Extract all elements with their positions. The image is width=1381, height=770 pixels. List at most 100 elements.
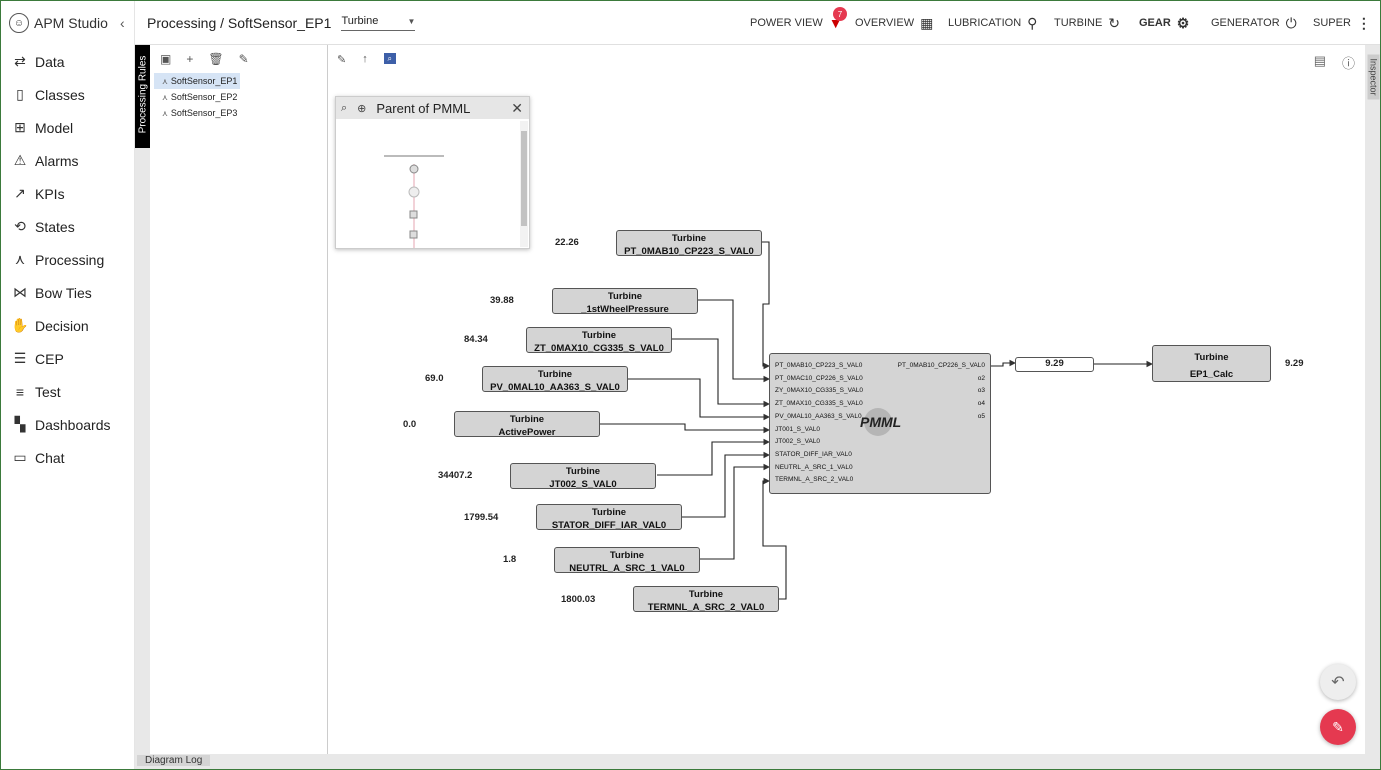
pmml-input-pin[interactable]: PV_0MAL10_AA363_S_VAL0 bbox=[775, 413, 862, 420]
node-class: Turbine bbox=[537, 369, 573, 380]
intermediate-value-node[interactable]: 9.29 bbox=[1015, 357, 1094, 372]
dashboard-icon: ▚ bbox=[14, 416, 26, 432]
sidebar-item-states[interactable]: ⟲ States bbox=[1, 210, 134, 243]
close-icon[interactable]: ✕ bbox=[511, 100, 523, 117]
zoom-in-icon[interactable]: ⊕ bbox=[357, 102, 366, 115]
pmml-output-pin[interactable]: o2 bbox=[978, 375, 985, 382]
brain-logo-icon: ☺ bbox=[9, 13, 29, 33]
tree-item-rule[interactable]: ⋏ SoftSensor_EP2 bbox=[154, 89, 240, 105]
tree-item-label: SoftSensor_EP2 bbox=[170, 92, 238, 102]
nav-power-view[interactable]: POWER VIEW ▼ 7 bbox=[750, 1, 847, 45]
loop-icon: ⟲ bbox=[14, 218, 26, 234]
bowtie-icon: ⋈ bbox=[13, 284, 27, 300]
pmml-output-pin[interactable]: o3 bbox=[978, 387, 985, 394]
add-icon[interactable]: + bbox=[186, 52, 193, 66]
output-node[interactable]: Turbine EP1_Calc bbox=[1152, 345, 1271, 382]
nav-super[interactable]: SUPER ⋮ bbox=[1313, 1, 1371, 45]
delete-icon[interactable]: 🗑 bbox=[208, 52, 223, 66]
sidebar-item-cep[interactable]: ☰ CEP bbox=[1, 342, 134, 375]
trend-icon: ↗ bbox=[14, 185, 26, 201]
pmml-input-pin[interactable]: JT002_S_VAL0 bbox=[775, 438, 820, 445]
sidebar-item-dashboards[interactable]: ▚ Dashboards bbox=[1, 408, 134, 441]
sidebar-item-label: Chat bbox=[35, 449, 65, 466]
node-class: Turbine bbox=[565, 466, 601, 477]
input-node[interactable]: Turbine PT_0MAB10_CP223_S_VAL0 bbox=[616, 230, 762, 257]
pmml-input-pin[interactable]: PT_0MAC10_CP226_S_VAL0 bbox=[775, 375, 863, 382]
overview-minimap[interactable] bbox=[336, 120, 520, 248]
nav-turbine[interactable]: TURBINE ↻ bbox=[1054, 1, 1120, 45]
sidebar-item-model[interactable]: ⊞ Model bbox=[1, 111, 134, 144]
undo-button[interactable]: ↶ bbox=[1320, 664, 1356, 700]
sidebar-item-alarms[interactable]: ⚠ Alarms bbox=[1, 144, 134, 177]
hierarchy-icon: ⊞ bbox=[14, 119, 26, 135]
input-node[interactable]: Turbine JT002_S_VAL0 bbox=[510, 463, 656, 490]
sidebar-item-kpis[interactable]: ↗ KPIs bbox=[1, 177, 134, 210]
grid-icon: ▦ bbox=[920, 14, 934, 31]
pencil-icon[interactable]: ✎ bbox=[337, 53, 346, 66]
input-value: 22.26 bbox=[555, 237, 579, 248]
nav-gear-label: GEAR bbox=[1139, 17, 1171, 29]
pmml-output-pin[interactable]: o4 bbox=[978, 400, 985, 407]
nav-overview[interactable]: OVERVIEW ▦ bbox=[855, 1, 933, 45]
node-class: Turbine bbox=[1194, 352, 1229, 363]
input-node[interactable]: Turbine TERMNL_A_SRC_2_VAL0 bbox=[633, 586, 779, 613]
sidebar-item-label: Data bbox=[35, 53, 65, 70]
input-value: 1799.54 bbox=[464, 512, 499, 523]
input-node[interactable]: Turbine ActivePower bbox=[454, 411, 600, 438]
input-node[interactable]: Turbine ZT_0MAX10_CG335_S_VAL0 bbox=[526, 327, 672, 354]
pmml-node[interactable]: PMML PT_0MAB10_CP223_S_VAL0 PT_0MAC10_CP2… bbox=[769, 353, 991, 494]
arrow-up-icon[interactable]: ↑ bbox=[362, 53, 368, 66]
tree-item-rule[interactable]: ⋏ SoftSensor_EP3 bbox=[154, 105, 240, 121]
pmml-output-pin[interactable]: o5 bbox=[978, 413, 985, 420]
help-icon[interactable]: ⓘ bbox=[1342, 53, 1355, 72]
input-value: 39.88 bbox=[490, 295, 514, 306]
tree-item-rule[interactable]: ⋏ SoftSensor_EP1 bbox=[154, 73, 240, 89]
diagram-log-tab[interactable]: Diagram Log bbox=[137, 755, 211, 766]
pmml-input-pin[interactable]: NEUTRL_A_SRC_1_VAL0 bbox=[775, 464, 853, 471]
input-node[interactable]: Turbine PV_0MAL10_AA363_S_VAL0 bbox=[482, 366, 628, 393]
zoom-out-icon[interactable]: ⌕ bbox=[341, 102, 347, 115]
overview-scrollbar[interactable] bbox=[520, 121, 528, 247]
sidebar-item-classes[interactable]: ▯ Classes bbox=[1, 78, 134, 111]
pmml-input-pin[interactable]: TERMNL_A_SRC_2_VAL0 bbox=[775, 476, 853, 483]
input-node[interactable]: Turbine _1stWheelPressure bbox=[552, 288, 698, 315]
overview-scroll-thumb[interactable] bbox=[521, 131, 527, 226]
pmml-output-pin[interactable]: PT_0MAB10_CP226_S_VAL0 bbox=[898, 362, 985, 369]
sidebar-item-processing[interactable]: ⋏ Processing bbox=[1, 243, 134, 276]
node-class: Turbine bbox=[609, 550, 645, 561]
edit-icon[interactable]: ✎ bbox=[239, 52, 249, 66]
nav-lubrication[interactable]: LUBRICATION ⚲ bbox=[948, 1, 1037, 45]
node-name: _1stWheelPressure bbox=[581, 304, 669, 315]
sidebar-item-bow-ties[interactable]: ⋈ Bow Ties bbox=[1, 276, 134, 309]
sidebar-item-test[interactable]: ≡ Test bbox=[1, 375, 134, 408]
node-name: TERMNL_A_SRC_2_VAL0 bbox=[647, 602, 765, 613]
add-folder-icon[interactable]: ▣ bbox=[160, 52, 171, 66]
pmml-input-pin[interactable]: ZY_0MAX10_CG335_S_VAL0 bbox=[775, 387, 863, 394]
nav-generator[interactable]: GENERATOR ⏻ bbox=[1211, 1, 1297, 45]
input-node[interactable]: Turbine NEUTRL_A_SRC_1_VAL0 bbox=[554, 547, 700, 574]
collapse-sidebar-icon[interactable]: ‹ bbox=[120, 15, 125, 31]
nav-gear[interactable]: GEAR ⚙ bbox=[1139, 1, 1189, 45]
sidebar-item-chat[interactable]: ▭ Chat bbox=[1, 441, 134, 474]
pmml-input-pin[interactable]: JT001_S_VAL0 bbox=[775, 426, 820, 433]
arrows-icon: ⇄ bbox=[14, 53, 26, 69]
zoom-fit-icon[interactable]: ⌕ bbox=[383, 53, 396, 64]
lubrication-icon: ⚲ bbox=[1027, 14, 1038, 31]
sidebar: ☺ APM Studio ‹ ⇄ Data ▯ Classes ⊞ Model ⚠ Alarm… bbox=[1, 1, 135, 769]
sidebar-item-decision[interactable]: ✋ Decision bbox=[1, 309, 134, 342]
inspector-tab[interactable]: Inspector bbox=[1365, 45, 1380, 754]
input-node[interactable]: Turbine STATOR_DIFF_IAR_VAL0 bbox=[536, 504, 682, 531]
notes-icon[interactable]: ▤ bbox=[1314, 53, 1326, 72]
processing-rules-tab[interactable]: Processing Rules bbox=[135, 45, 150, 148]
chat-icon: ▭ bbox=[13, 449, 27, 465]
sidebar-item-data[interactable]: ⇄ Data bbox=[1, 45, 134, 78]
input-value: 69.0 bbox=[425, 373, 444, 384]
pmml-input-pin[interactable]: STATOR_DIFF_IAR_VAL0 bbox=[775, 451, 852, 458]
asset-class-select[interactable]: Turbine ▼ bbox=[341, 15, 416, 31]
edit-button[interactable]: ✎ bbox=[1320, 709, 1356, 745]
node-name: ActivePower bbox=[498, 427, 556, 438]
pmml-input-pin[interactable]: PT_0MAB10_CP223_S_VAL0 bbox=[775, 362, 862, 369]
notification-badge: 7 bbox=[833, 7, 847, 21]
processing-icon: ⋏ bbox=[14, 251, 26, 267]
pmml-input-pin[interactable]: ZT_0MAX10_CG335_S_VAL0 bbox=[775, 400, 863, 407]
